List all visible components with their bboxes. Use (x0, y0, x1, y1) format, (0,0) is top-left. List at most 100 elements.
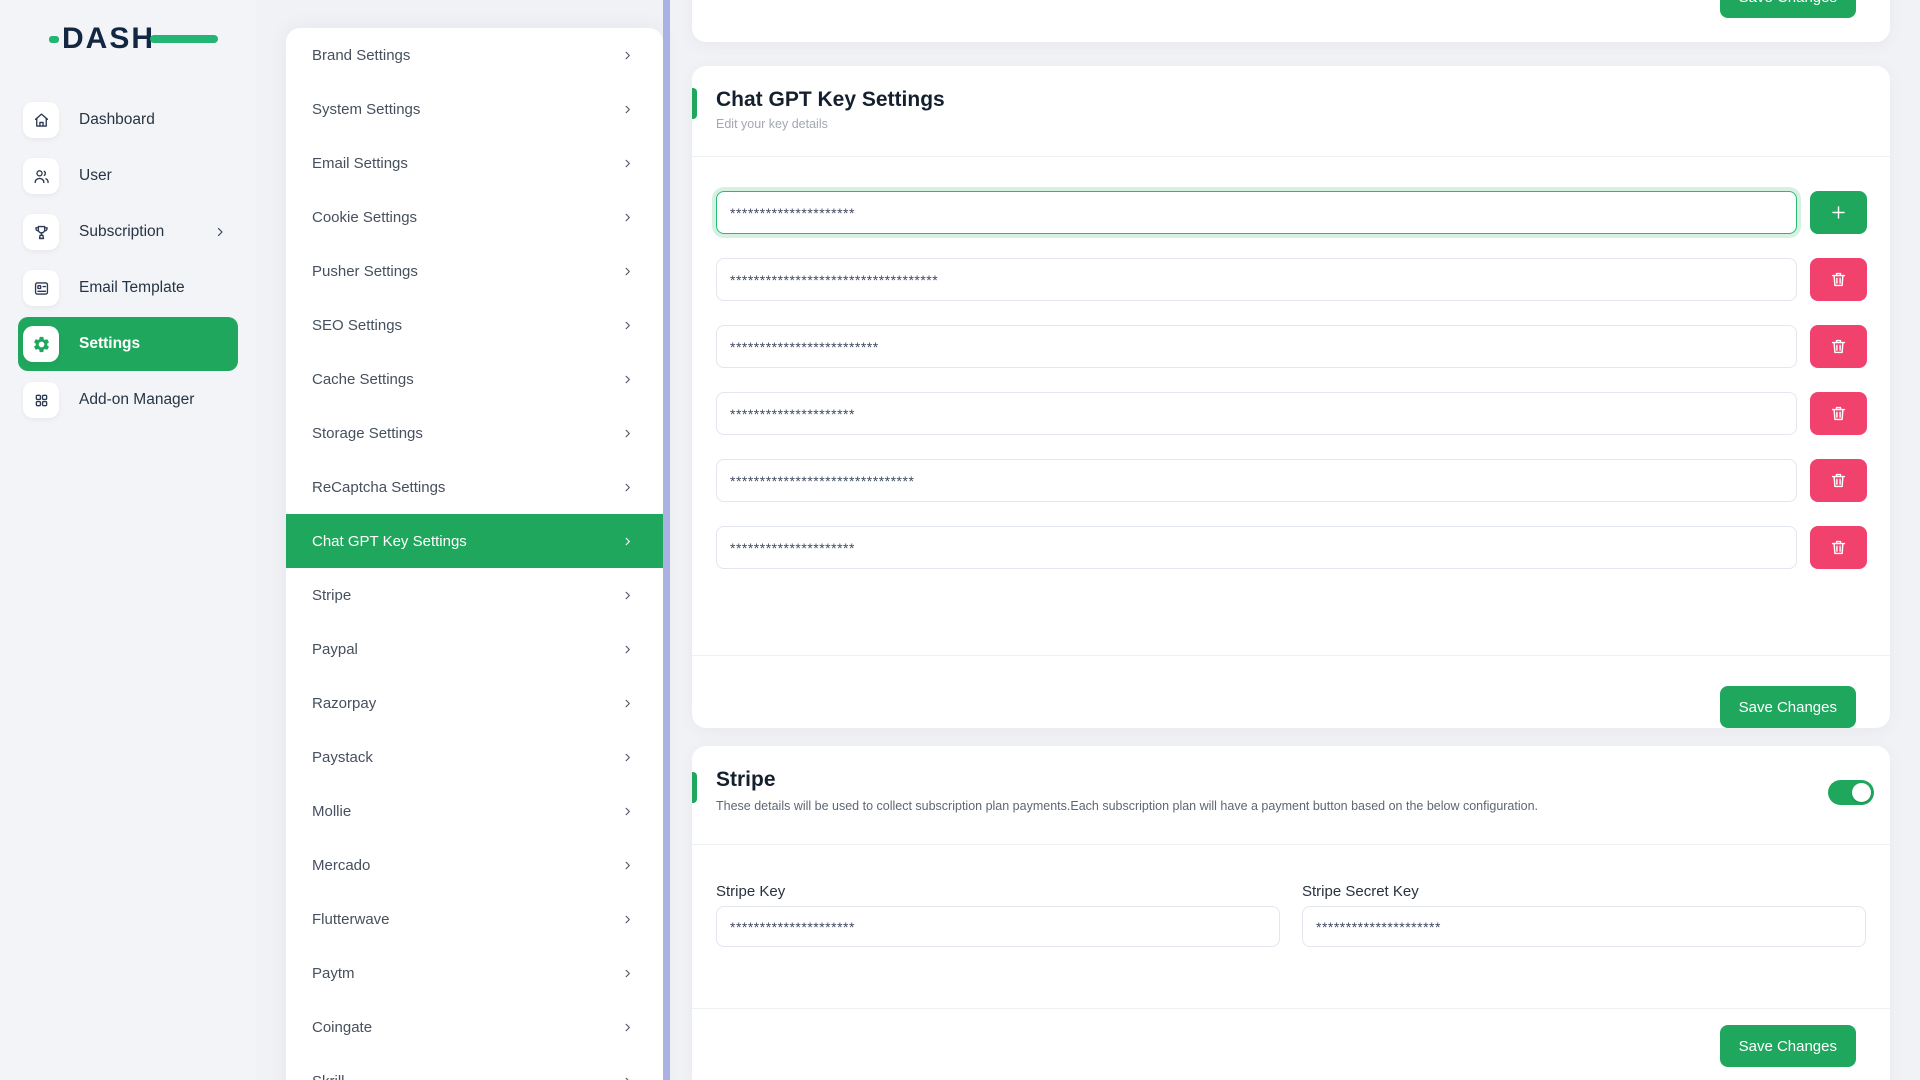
api-key-row (716, 459, 1867, 502)
save-changes-button[interactable]: Save Changes (1720, 0, 1856, 18)
sidebar-item-dashboard[interactable]: Dashboard (18, 93, 238, 147)
trash-icon (1829, 471, 1848, 490)
add-key-button[interactable] (1810, 191, 1867, 234)
settings-nav-item-cache-settings[interactable]: Cache Settings (286, 352, 663, 406)
api-key-input[interactable] (716, 392, 1797, 435)
settings-nav-item-mercado[interactable]: Mercado (286, 838, 663, 892)
settings-nav-item-paypal[interactable]: Paypal (286, 622, 663, 676)
sidebar-item-label: User (79, 167, 112, 185)
stripe-key-input[interactable] (716, 906, 1280, 947)
settings-nav-label: Email Settings (312, 155, 408, 172)
settings-nav-label: Pusher Settings (312, 263, 418, 280)
settings-nav-item-cookie-settings[interactable]: Cookie Settings (286, 190, 663, 244)
settings-nav-item-paystack[interactable]: Paystack (286, 730, 663, 784)
delete-key-button[interactable] (1810, 526, 1867, 569)
delete-key-button[interactable] (1810, 392, 1867, 435)
field-label: Stripe Secret Key (1302, 883, 1866, 900)
settings-nav-label: SEO Settings (312, 317, 402, 334)
template-icon (23, 270, 59, 306)
settings-nav-label: Razorpay (312, 695, 376, 712)
chatgpt-key-settings-card: Chat GPT Key Settings Edit your key deta… (692, 66, 1890, 728)
chevron-right-icon (622, 698, 633, 709)
settings-nav-item-system-settings[interactable]: System Settings (286, 82, 663, 136)
card-title: Stripe (716, 766, 1866, 793)
settings-nav-item-brand-settings[interactable]: Brand Settings (286, 28, 663, 82)
trash-icon (1829, 538, 1848, 557)
sidebar-item-user[interactable]: User (18, 149, 238, 203)
trash-icon (1829, 270, 1848, 289)
grid-icon (23, 382, 59, 418)
api-key-input[interactable] (716, 526, 1797, 569)
stripe-settings-card: Stripe These details will be used to col… (692, 746, 1890, 1080)
settings-nav-label: Paytm (312, 965, 355, 982)
api-key-row (716, 526, 1867, 569)
chevron-right-icon (622, 536, 633, 547)
api-key-input[interactable] (716, 258, 1797, 301)
card-description: These details will be used to collect su… (716, 799, 1866, 813)
gear-icon (23, 326, 59, 362)
api-key-input[interactable] (716, 459, 1797, 502)
settings-nav-item-recaptcha-settings[interactable]: ReCaptcha Settings (286, 460, 663, 514)
save-changes-button[interactable]: Save Changes (1720, 686, 1856, 728)
settings-nav-item-chat-gpt-key-settings[interactable]: Chat GPT Key Settings (286, 514, 663, 568)
sidebar-item-label: Dashboard (79, 111, 155, 129)
chevron-right-icon (622, 860, 633, 871)
settings-nav-item-storage-settings[interactable]: Storage Settings (286, 406, 663, 460)
logo-accent-dot (49, 36, 59, 43)
sidebar-item-subscription[interactable]: Subscription (18, 205, 238, 259)
sidebar-item-label: Subscription (79, 223, 164, 241)
api-key-list (692, 157, 1890, 569)
users-icon (23, 158, 59, 194)
delete-key-button[interactable] (1810, 459, 1867, 502)
settings-nav-item-coingate[interactable]: Coingate (286, 1000, 663, 1054)
card-footer: Save Changes (692, 655, 1890, 728)
toggle-knob (1852, 783, 1871, 802)
chevron-right-icon (622, 428, 633, 439)
settings-nav-label: Paystack (312, 749, 373, 766)
chevron-right-icon (622, 644, 633, 655)
settings-nav-label: Storage Settings (312, 425, 423, 442)
delete-key-button[interactable] (1810, 325, 1867, 368)
card-footer: Save Changes (692, 1008, 1890, 1067)
settings-nav-label: Brand Settings (312, 47, 410, 64)
settings-nav-item-stripe[interactable]: Stripe (286, 568, 663, 622)
previous-settings-card: Save Changes (692, 0, 1890, 42)
settings-nav-item-mollie[interactable]: Mollie (286, 784, 663, 838)
chevron-right-icon (622, 104, 633, 115)
chevron-right-icon (622, 1076, 633, 1080)
settings-nav-label: Cookie Settings (312, 209, 417, 226)
api-key-input[interactable] (716, 191, 1797, 234)
brand-name: DASH (62, 22, 155, 55)
stripe-toggle[interactable] (1828, 780, 1874, 805)
settings-nav-item-skrill[interactable]: Skrill (286, 1054, 663, 1080)
brand-logo[interactable]: DASH (62, 22, 192, 56)
scrollbar-thumb[interactable] (663, 0, 670, 1080)
sidebar-item-label: Add-on Manager (79, 391, 194, 409)
field-label: Stripe Key (716, 883, 1280, 900)
trophy-icon (23, 214, 59, 250)
settings-sidebar: Brand Settings System Settings Email Set… (286, 28, 663, 1080)
chevron-right-icon (622, 806, 633, 817)
save-changes-button[interactable]: Save Changes (1720, 1025, 1856, 1067)
sidebar-item-add-on-manager[interactable]: Add-on Manager (18, 373, 238, 427)
api-key-input[interactable] (716, 325, 1797, 368)
settings-nav-item-email-settings[interactable]: Email Settings (286, 136, 663, 190)
primary-nav: Dashboard User Subscription Email Templa… (0, 93, 256, 427)
sidebar-item-settings[interactable]: Settings (18, 317, 238, 371)
stripe-secret-key-input[interactable] (1302, 906, 1866, 947)
api-key-row (716, 191, 1867, 234)
stripe-secret-key-field-group: Stripe Secret Key (1302, 883, 1866, 1008)
settings-nav-label: Stripe (312, 587, 351, 604)
sidebar-item-email-template[interactable]: Email Template (18, 261, 238, 315)
delete-key-button[interactable] (1810, 258, 1867, 301)
settings-nav-item-paytm[interactable]: Paytm (286, 946, 663, 1000)
stripe-fields: Stripe Key Stripe Secret Key (692, 845, 1890, 1008)
settings-nav-label: ReCaptcha Settings (312, 479, 445, 496)
chevron-right-icon (622, 320, 633, 331)
settings-nav-item-flutterwave[interactable]: Flutterwave (286, 892, 663, 946)
settings-nav-item-seo-settings[interactable]: SEO Settings (286, 298, 663, 352)
settings-nav-item-razorpay[interactable]: Razorpay (286, 676, 663, 730)
settings-nav-item-pusher-settings[interactable]: Pusher Settings (286, 244, 663, 298)
trash-icon (1829, 337, 1848, 356)
chevron-right-icon (622, 1022, 633, 1033)
